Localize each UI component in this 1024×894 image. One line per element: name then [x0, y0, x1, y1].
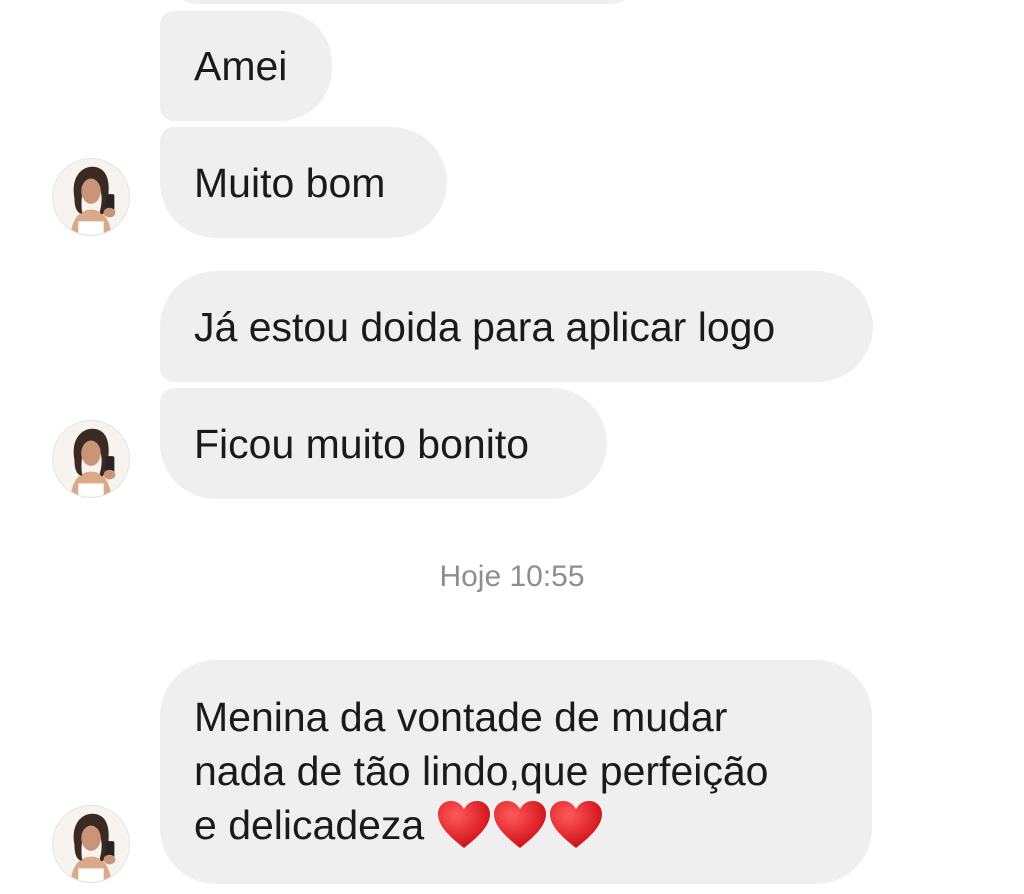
- heart-icon: [549, 801, 602, 849]
- message-bubble[interactable]: Menina da vontade de mudar nada de tão l…: [160, 660, 872, 884]
- message-bubble[interactable]: Já estou doida para aplicar logo: [160, 271, 873, 382]
- heart-icon: [493, 801, 546, 849]
- heart-icon: [437, 801, 490, 849]
- message-bubble[interactable]: Ficou muito bonito: [160, 388, 607, 499]
- avatar[interactable]: [52, 420, 130, 498]
- message-text: Amei: [194, 43, 288, 89]
- avatar-photo-icon: [53, 806, 129, 882]
- message-text: Já estou doida para aplicar logo: [194, 303, 776, 350]
- message-text: Ficou muito bonito: [194, 420, 530, 467]
- avatar[interactable]: [52, 805, 130, 883]
- message-bubble[interactable]: Amei: [160, 11, 332, 121]
- avatar-photo-icon: [53, 421, 129, 497]
- message-bubble[interactable]: Muito bom: [160, 127, 447, 238]
- message-bubble-partial[interactable]: [160, 0, 648, 4]
- avatar[interactable]: [52, 158, 130, 236]
- message-text-line: e delicadeza: [194, 798, 838, 852]
- message-text-line: nada de tão lindo,que perfeição: [194, 748, 769, 794]
- message-text-line: Menina da vontade de mudar: [194, 694, 728, 740]
- avatar-photo-icon: [53, 159, 129, 235]
- message-thread: Amei Muito bom Já estou doida para aplic…: [0, 0, 1024, 894]
- timestamp: Hoje 10:55: [439, 560, 585, 593]
- message-text: Muito bom: [194, 159, 386, 206]
